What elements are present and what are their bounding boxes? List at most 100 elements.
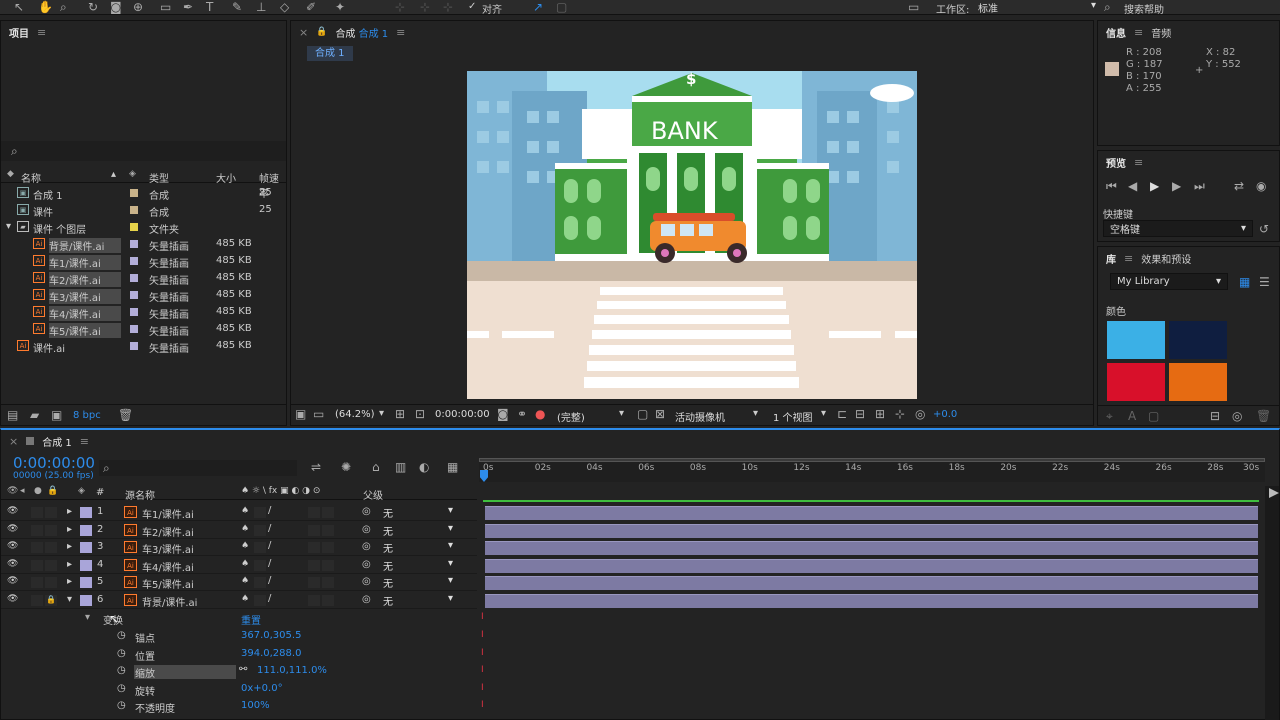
parent-dropdown[interactable]: 无 ▾ <box>379 593 457 608</box>
quality-switch-icon[interactable]: / <box>268 540 271 551</box>
zoom-dropdown-arrow-icon[interactable]: ▾ <box>379 408 384 419</box>
comp-mini-flowchart-icon[interactable]: ⇌ <box>311 460 321 474</box>
shy-switch-icon[interactable]: ♠ <box>241 559 249 569</box>
col-name[interactable]: 名称 <box>21 170 41 185</box>
rotate-tool-icon[interactable]: ↻ <box>88 0 98 14</box>
project-item[interactable]: Ai 车5/课件.ai 矢量插画 485 KB <box>1 321 286 338</box>
views-arrow-icon[interactable]: ▾ <box>821 408 826 419</box>
effects-presets-tab[interactable]: 效果和预设 <box>1141 251 1191 266</box>
layer-label-color[interactable] <box>80 577 92 589</box>
timeline-menu-icon[interactable]: ≡ <box>80 435 89 448</box>
comp-panel-menu-icon[interactable]: ≡ <box>396 26 405 39</box>
label-color[interactable] <box>130 206 138 214</box>
pickwhip-icon[interactable]: ◎ <box>362 541 371 552</box>
new-folder-icon[interactable]: ▰ <box>30 408 39 422</box>
layer-expand-icon[interactable]: ▸ <box>67 524 72 535</box>
quality-switch-icon[interactable]: / <box>268 575 271 586</box>
lock-toggle[interactable] <box>45 542 57 554</box>
eraser-tool-icon[interactable]: ◇ <box>280 0 289 14</box>
library-dropdown[interactable]: My Library ▾ <box>1110 273 1228 290</box>
current-time[interactable]: 0:00:00:00 <box>435 409 490 420</box>
lock-toggle[interactable] <box>45 507 57 518</box>
region-of-interest-icon[interactable]: ⊡ <box>415 407 425 421</box>
fast-preview-icon[interactable]: ▢ <box>637 407 648 421</box>
axis-local-icon[interactable]: ⊹ <box>395 0 405 14</box>
eye-icon[interactable]: 👁 <box>7 524 18 534</box>
resolution-dropdown[interactable]: (完整) <box>557 409 585 424</box>
label-color[interactable] <box>130 342 138 350</box>
library-swatch-4[interactable] <box>1169 363 1227 401</box>
graph-editor-icon[interactable]: ▦ <box>447 460 458 474</box>
shy-switch-icon[interactable]: ♠ <box>241 524 249 534</box>
show-snapshot-icon[interactable]: ⚭ <box>517 407 527 421</box>
time-ruler[interactable]: 0s 02s 04s 06s 08s 10s 12s 14s 16s 18s 20s 22s 24s 26… <box>479 458 1265 482</box>
col-type[interactable]: 类型 <box>149 170 169 185</box>
layer-row[interactable]: 👁 🔒 ▾ 6 Ai 背景/课件.ai ♠ / ◎ 无 ▾ <box>1 592 477 609</box>
quality-switch-icon[interactable]: / <box>268 523 271 534</box>
layer-name[interactable]: 车2/课件.ai <box>142 524 194 539</box>
axis-world-icon[interactable]: ⊹ <box>420 0 430 14</box>
layer-duration-bar[interactable] <box>485 541 1258 556</box>
timeline-search-input[interactable]: ⌕ <box>99 460 297 476</box>
work-area-bar[interactable] <box>479 458 1265 462</box>
info-menu-icon[interactable]: ≡ <box>1134 26 1143 39</box>
parent-dropdown[interactable]: 无 ▾ <box>379 575 457 590</box>
exposure-reset-icon[interactable]: ◎ <box>915 407 925 421</box>
snap-edge-icon[interactable]: ↗ <box>533 0 543 14</box>
text-tool-icon[interactable]: T <box>206 0 213 14</box>
zoom-dropdown[interactable]: (64.2%) <box>335 409 375 420</box>
collapse-switch[interactable] <box>254 559 266 571</box>
motion-blur-switch[interactable] <box>308 595 320 606</box>
comp-canvas[interactable]: BANK $ <box>467 71 917 399</box>
layer-row[interactable]: 👁 ▸ 1 Ai 车1/课件.ai ♠ / ◎ 无 ▾ <box>1 504 477 521</box>
stopwatch-icon[interactable]: ◷ <box>117 700 126 711</box>
exposure-value[interactable]: +0.0 <box>933 409 957 420</box>
audio-tab[interactable]: 音频 <box>1151 25 1171 40</box>
shy-switch-icon[interactable]: ♠ <box>241 594 249 604</box>
last-frame-icon[interactable]: ⏭ <box>1194 179 1205 194</box>
layer-expand-icon[interactable]: ▸ <box>67 506 72 517</box>
first-frame-icon[interactable]: ⏮ <box>1106 179 1117 194</box>
search-help-input[interactable]: 搜索帮助 <box>1124 1 1164 16</box>
solo-icon[interactable]: ● <box>34 486 42 496</box>
panel-menu-icon[interactable]: ≡ <box>37 26 46 39</box>
lock-toggle[interactable] <box>45 524 57 536</box>
property-value[interactable]: 394.0,288.0 <box>241 648 301 659</box>
always-preview-icon[interactable]: ▣ <box>295 407 306 421</box>
grid-view-icon[interactable]: ▦ <box>1239 275 1250 289</box>
puppet-tool-icon[interactable]: ✦ <box>335 0 345 14</box>
add-graphic-icon[interactable]: ⌖ <box>1106 409 1113 424</box>
label-color[interactable] <box>130 274 138 282</box>
layer-duration-bar[interactable] <box>485 558 1258 573</box>
transform-property-row[interactable]: ◷ 不透明度 100% <box>1 698 477 715</box>
frame-blending-icon[interactable]: ▥ <box>395 460 406 474</box>
project-item[interactable]: Ai 背景/课件.ai 矢量插画 485 KB <box>1 236 286 253</box>
transform-property-row[interactable]: ◷ 锚点 367.0,305.5 <box>1 628 477 645</box>
roto-brush-tool-icon[interactable]: ✐ <box>306 0 316 14</box>
collapse-switch[interactable] <box>254 577 266 589</box>
draft-3d-icon[interactable]: ✺ <box>341 460 351 474</box>
flowchart-icon[interactable]: ⊹ <box>895 407 905 421</box>
audio-switch-icon[interactable]: ◂ <box>20 486 25 496</box>
camera-tool-icon[interactable]: ◙ <box>110 0 122 14</box>
layer-label-color[interactable] <box>80 542 92 554</box>
transform-group[interactable]: ▾ 变换 ↖ 重置 <box>1 610 477 627</box>
play-icon[interactable]: ▶ <box>1150 179 1159 193</box>
solo-toggle[interactable] <box>31 542 43 554</box>
axis-view-icon[interactable]: ⊹ <box>443 0 453 14</box>
layer-duration-bar[interactable] <box>485 523 1258 538</box>
library-menu-icon[interactable]: ≡ <box>1124 252 1133 265</box>
sync-icon[interactable]: ◎ <box>1232 409 1242 423</box>
timeline-scrollbar[interactable] <box>1265 486 1279 720</box>
timeline-close-icon[interactable]: × <box>9 435 18 448</box>
layer-name[interactable]: 背景/课件.ai <box>142 594 197 609</box>
layer-expand-icon[interactable]: ▸ <box>67 576 72 587</box>
label-color[interactable] <box>130 257 138 265</box>
pickwhip-icon[interactable]: ◎ <box>362 506 371 517</box>
adjustment-switch[interactable] <box>322 595 334 606</box>
project-item[interactable]: ▾ ▰ 课件 个图层 文件夹 <box>1 219 286 236</box>
bit-depth-button[interactable]: 8 bpc <box>73 410 101 421</box>
lock-toggle[interactable] <box>45 559 57 571</box>
property-value[interactable]: 0x+0.0° <box>241 683 283 694</box>
property-value[interactable]: 111.0,111.0% <box>257 665 327 676</box>
